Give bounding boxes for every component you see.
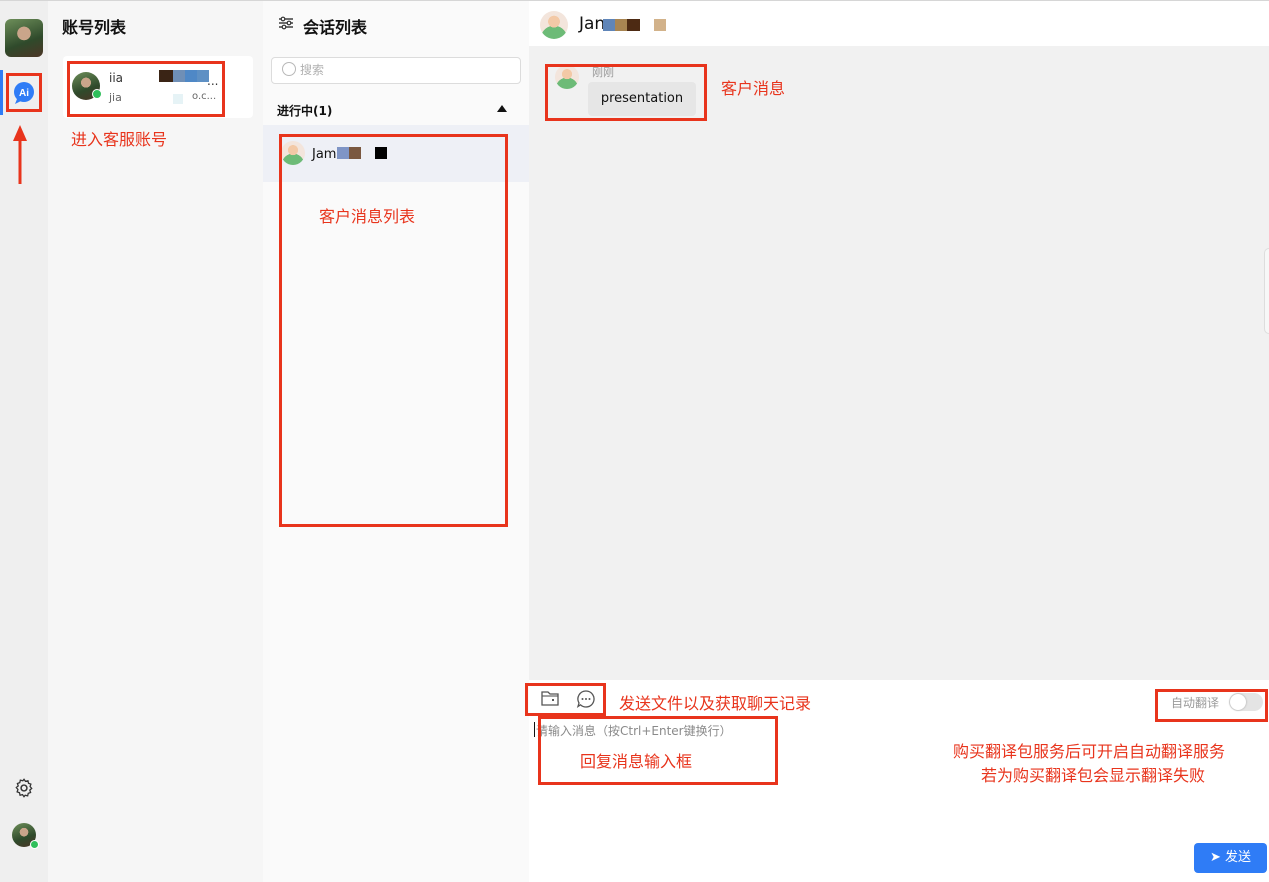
conversation-filter-button[interactable] (278, 15, 294, 31)
note-enter-account: 进入客服账号 (71, 130, 168, 149)
translate-highlight-box (1155, 689, 1268, 722)
customer-message-highlight-box (545, 64, 707, 121)
note-translate-line1: 购买翻译包服务后可开启自动翻译服务 (953, 742, 1226, 761)
arrow-up-icon (12, 124, 28, 186)
account-highlight-box (67, 61, 225, 117)
tools-highlight-box (525, 683, 606, 716)
redaction-block (603, 19, 615, 31)
note-translate-line2: 若为购买翻译包会显示翻译失败 (981, 766, 1206, 785)
settings-button[interactable] (13, 777, 35, 799)
right-edge-handle[interactable] (1264, 248, 1269, 334)
ai-chat-highlight-box (6, 73, 42, 112)
rail-active-indicator (0, 70, 3, 115)
chat-header-name: Jan (579, 14, 606, 34)
note-file-and-history: 发送文件以及获取聊天记录 (619, 694, 812, 713)
chat-message-area (529, 46, 1269, 680)
message-list-highlight-box (279, 134, 508, 527)
redaction-block (627, 19, 640, 31)
user-avatar[interactable] (5, 19, 43, 57)
chat-header-avatar (540, 11, 568, 39)
send-icon: ➤ (1210, 850, 1221, 865)
note-reply-box: 回复消息输入框 (580, 752, 693, 771)
note-customer-message: 客户消息 (721, 79, 786, 98)
online-status-dot (30, 840, 39, 849)
chat-header (529, 0, 1269, 47)
conversation-search-input[interactable]: 搜索 (271, 57, 521, 84)
caret-up-icon[interactable] (497, 105, 507, 112)
note-message-list: 客户消息列表 (319, 207, 416, 226)
redaction-block (654, 19, 666, 31)
send-button-label: 发送 (1224, 850, 1251, 865)
search-placeholder: 搜索 (300, 63, 325, 77)
text-cursor (534, 722, 535, 737)
gear-icon (15, 778, 33, 798)
account-panel-title: 账号列表 (62, 18, 127, 37)
redaction-block (615, 19, 627, 31)
conversation-panel-title: 会话列表 (303, 18, 368, 37)
conversation-group-label[interactable]: 进行中(1) (277, 102, 332, 119)
send-button[interactable]: ➤ 发送 (1194, 843, 1267, 873)
search-icon (282, 62, 296, 76)
filter-icon (279, 16, 293, 30)
